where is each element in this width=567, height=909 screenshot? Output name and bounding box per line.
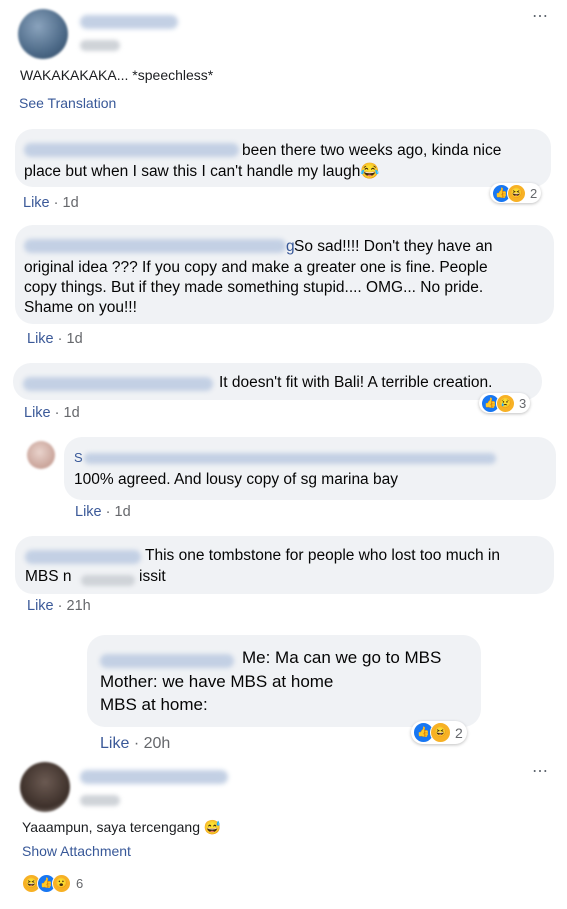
comment-text: Me: Ma can we go to MBS — [242, 648, 442, 667]
like-link[interactable]: Like · 1d — [75, 504, 131, 520]
comment-text: MBS n — [25, 568, 72, 585]
reaction-count: 2 — [455, 724, 463, 741]
avatar[interactable] — [18, 9, 68, 59]
comment-text: Shame on you!!! — [24, 299, 137, 316]
commenter-name[interactable] — [100, 649, 234, 670]
comment-bubble: been there two weeks ago, kinda nice pla… — [15, 129, 551, 187]
comment-text: place but when I saw this I can't handle… — [24, 163, 380, 180]
comment-text: So sad!!!! Don't they have an — [294, 238, 493, 255]
reaction-summary[interactable]: 👍 😢 3 — [479, 393, 531, 413]
comment-text: 100% agreed. And lousy copy of sg marina… — [74, 471, 398, 488]
reaction-count: 6 — [76, 876, 84, 891]
like-link[interactable]: Like · 21h — [27, 598, 91, 614]
comment-bubble: This one tombstone for people who lost t… — [15, 536, 554, 594]
haha-reaction-icon: 😆 — [507, 183, 526, 203]
post-meta — [80, 37, 120, 55]
like-link[interactable]: Like · 1d — [23, 195, 79, 211]
haha-reaction-icon: 😆 — [430, 722, 451, 743]
post-text: WAKAKAKAKA... *speechless* — [20, 67, 214, 83]
post-author-name[interactable] — [80, 768, 228, 786]
comment-time: 20h — [143, 735, 171, 752]
commenter-name[interactable] — [23, 373, 213, 394]
more-options-icon[interactable]: ⋯ — [532, 6, 549, 26]
like-link[interactable]: Like · 1d — [24, 405, 80, 421]
reaction-summary[interactable]: 👍 😆 2 — [411, 721, 467, 744]
show-attachment-link[interactable]: Show Attachment — [22, 843, 131, 859]
more-options-icon[interactable]: ⋯ — [532, 761, 549, 781]
comment-time: 21h — [66, 598, 91, 614]
comment-time: 1d — [66, 331, 83, 347]
comment-text: MBS at home: — [100, 695, 208, 714]
reply-name-initial: S — [74, 450, 83, 465]
reaction-count: 2 — [530, 185, 538, 201]
comment-time: 1d — [62, 195, 79, 211]
reaction-count: 3 — [519, 395, 527, 411]
sad-reaction-icon: 😢 — [496, 393, 515, 413]
wow-reaction-icon: 😮 — [52, 874, 71, 893]
comment-text: This one tombstone for people who lost t… — [145, 547, 500, 564]
post-author-name[interactable] — [80, 13, 178, 31]
like-link[interactable]: Like · 1d — [27, 331, 83, 347]
comment-time: 1d — [63, 405, 80, 421]
comment-text: been there two weeks ago, kinda nice — [242, 142, 502, 159]
comment-bubble: Me: Ma can we go to MBS Mother: we have … — [87, 635, 481, 727]
commenter-name[interactable] — [24, 235, 286, 256]
post-meta — [80, 792, 120, 810]
like-link[interactable]: Like · 20h — [100, 735, 170, 753]
commenter-name[interactable] — [84, 448, 496, 469]
commenter-name[interactable] — [25, 546, 141, 567]
comment-text: issit — [139, 568, 166, 585]
reaction-summary[interactable]: 😆 👍 😮 6 — [22, 874, 83, 893]
reply-avatar[interactable] — [27, 441, 55, 469]
comment-text: Mother: we have MBS at home — [100, 672, 334, 691]
avatar[interactable] — [20, 762, 70, 812]
comment-time: 1d — [114, 504, 131, 520]
see-translation-link[interactable]: See Translation — [19, 95, 116, 111]
comment-text: original idea ??? If you copy and make a… — [24, 259, 488, 276]
redacted-word — [81, 570, 135, 591]
reply-bubble: S 100% agreed. And lousy copy of sg mari… — [64, 437, 556, 500]
post-text: Yaaampun, saya tercengang 😅 — [22, 819, 222, 835]
reaction-summary[interactable]: 👍 😆 2 — [490, 183, 542, 203]
comment-bubble: g So sad!!!! Don't they have an original… — [15, 225, 554, 324]
comment-text: It doesn't fit with Bali! A terrible cre… — [219, 374, 493, 391]
comment-bubble: It doesn't fit with Bali! A terrible cre… — [13, 363, 542, 400]
commenter-name[interactable] — [24, 139, 239, 160]
comment-text: copy things. But if they made something … — [24, 279, 484, 296]
